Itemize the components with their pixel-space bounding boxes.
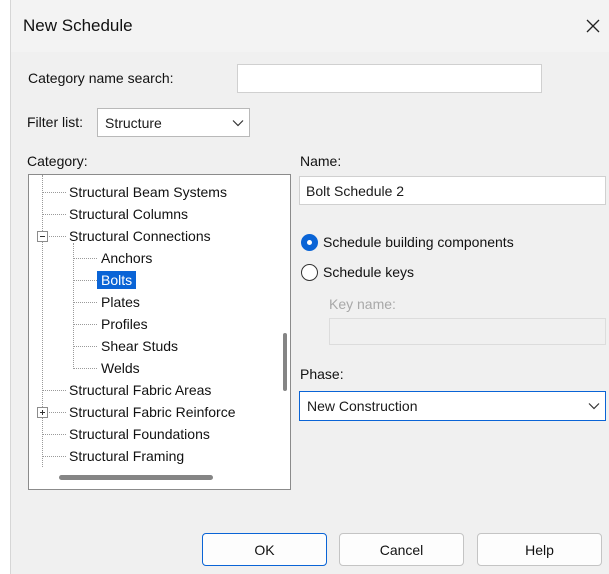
tree-item-structural-foundations[interactable]: Structural Foundations (69, 425, 210, 443)
tree-item-welds[interactable]: Welds (101, 359, 140, 377)
tree-item-structural-columns[interactable]: Structural Columns (69, 205, 188, 223)
collapse-icon[interactable] (37, 231, 48, 242)
tree-item-profiles[interactable]: Profiles (101, 315, 148, 333)
filter-list-value: Structure (105, 114, 162, 131)
tree-connector (73, 258, 97, 259)
schedule-keys-label[interactable]: Schedule keys (323, 264, 414, 280)
chevron-down-icon (583, 402, 605, 410)
tree-connector (73, 243, 74, 369)
close-icon (586, 19, 600, 33)
key-name-label: Key name: (329, 296, 396, 312)
help-button[interactable]: Help (477, 533, 602, 566)
key-name-input (329, 318, 606, 345)
schedule-building-components-radio[interactable] (301, 234, 318, 251)
name-label: Name: (300, 153, 342, 169)
filter-list-dropdown[interactable]: Structure (97, 108, 250, 137)
category-search-label: Category name search: (28, 70, 174, 86)
tree-connector (73, 368, 97, 369)
tree-connector (43, 434, 66, 435)
name-input[interactable]: Bolt Schedule 2 (299, 176, 606, 205)
horizontal-scrollbar-thumb[interactable] (59, 475, 213, 480)
title-bar: New Schedule (11, 0, 609, 52)
tree-item-structural-fabric-areas[interactable]: Structural Fabric Areas (69, 381, 211, 399)
tree-connector (73, 302, 97, 303)
name-value: Bolt Schedule 2 (306, 182, 405, 199)
cancel-button-label: Cancel (379, 541, 424, 558)
tree-connector (73, 280, 97, 281)
tree-item-structural-beam-systems[interactable]: Structural Beam Systems (69, 183, 227, 201)
tree-item-structural-connections[interactable]: Structural Connections (69, 227, 211, 245)
category-search-input[interactable] (237, 64, 542, 93)
tree-connector (43, 456, 66, 457)
cancel-button[interactable]: Cancel (339, 533, 464, 566)
tree-item-anchors[interactable]: Anchors (101, 249, 152, 267)
tree-item-structural-framing[interactable]: Structural Framing (69, 447, 184, 465)
ok-button-label: OK (254, 541, 275, 558)
tree-item-shear-studs[interactable]: Shear Studs (101, 337, 178, 355)
phase-value: New Construction (307, 398, 418, 414)
category-label: Category: (27, 153, 88, 169)
vertical-scrollbar-thumb[interactable] (283, 333, 287, 391)
tree-connector (49, 236, 66, 237)
tree-connector (49, 412, 66, 413)
tree-connector (43, 390, 66, 391)
tree-connector (43, 214, 66, 215)
schedule-keys-radio[interactable] (301, 264, 318, 281)
tree-connector (73, 324, 97, 325)
help-button-label: Help (525, 541, 554, 558)
expand-icon[interactable] (37, 407, 48, 418)
phase-label: Phase: (300, 366, 344, 382)
tree-item-bolts[interactable]: Bolts (97, 271, 137, 289)
tree-connector (43, 192, 66, 193)
chevron-down-icon (227, 119, 249, 127)
tree-connector (42, 175, 43, 467)
tree-item-structural-fabric-reinforce[interactable]: Structural Fabric Reinforce (69, 403, 236, 421)
category-tree[interactable]: Structural Beam Systems Structural Colum… (28, 174, 291, 490)
filter-list-label: Filter list: (27, 114, 83, 130)
tree-item-plates[interactable]: Plates (101, 293, 140, 311)
phase-dropdown[interactable]: New Construction (299, 391, 606, 421)
schedule-building-components-label[interactable]: Schedule building components (323, 234, 514, 250)
close-button[interactable] (578, 9, 608, 43)
dialog-title: New Schedule (23, 16, 133, 35)
tree-connector (73, 346, 97, 347)
ok-button[interactable]: OK (202, 533, 327, 566)
new-schedule-dialog: New Schedule Category name search: Filte… (10, 0, 609, 574)
